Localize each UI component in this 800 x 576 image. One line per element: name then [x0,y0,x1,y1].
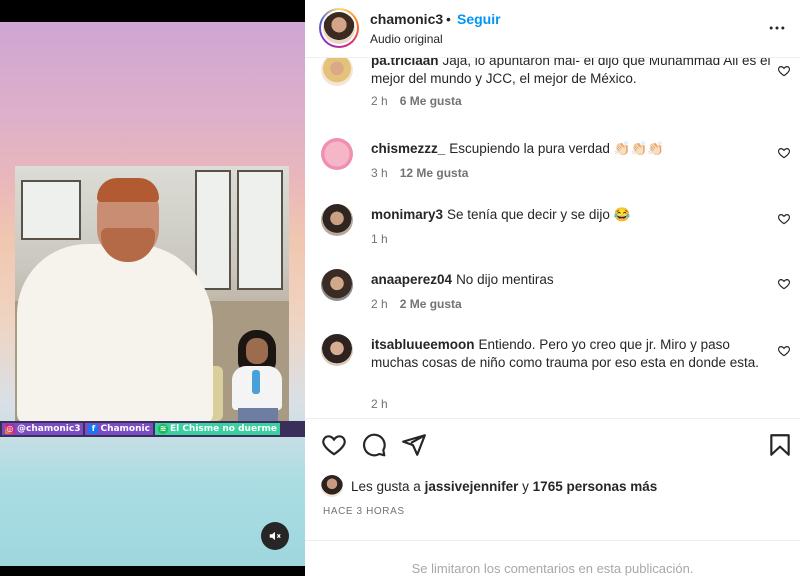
person-hair [97,178,159,202]
divider [305,418,800,419]
likes-prefix: Les gusta a [351,478,421,494]
comment-meta: 3 h 12 Me gusta [371,166,468,180]
likes-count[interactable]: 1765 personas más [533,479,658,494]
social-handles-strip: ◎ @chamonic3 f Chamonic ≋ El Chisme no d… [0,421,305,437]
commenter-avatar[interactable] [321,58,353,86]
video-bottom-bar [0,566,305,576]
window [195,170,231,290]
bookmark-icon[interactable] [767,432,793,458]
comment-time: 3 h [371,166,388,180]
comment-likes[interactable]: 6 Me gusta [400,94,462,108]
author-avatar[interactable] [319,8,359,48]
spotify-handle: ≋ El Chisme no duerme [154,423,280,435]
video-top-bar [0,0,305,22]
comment-time: 1 h [371,232,388,246]
comments-list[interactable]: pa.triciaan Jaja, lo apuntaron mal- el di… [305,58,800,418]
heart-icon[interactable] [321,432,347,458]
commenter-avatar[interactable] [321,334,353,366]
comment-text: Se tenía que decir y se dijo 😂 [447,207,631,222]
heart-icon[interactable] [777,64,791,78]
speaker-muted-icon [269,531,281,541]
likes-summary[interactable]: Les gusta a jassivejennifer y 1765 perso… [321,474,657,498]
comment-text: Escupiendo la pura verdad 👏🏻👏🏻👏🏻 [449,141,665,156]
heart-icon[interactable] [777,277,791,291]
post-panel: chamonic3 • Seguir Audio original pa.tri… [305,0,800,576]
comment-time: 2 h [371,397,388,411]
window [237,170,283,290]
instagram-icon: ◎ [5,424,15,434]
window [21,180,81,240]
comments-limited-notice: Se limitaron los comentarios en esta pub… [305,540,800,576]
send-icon[interactable] [401,432,427,458]
facebook-icon: f [88,424,99,434]
spotify-icon: ≋ [157,424,168,434]
presenter-overlay [226,330,288,422]
person-jacket [17,244,213,421]
comment-time: 2 h [371,297,388,311]
facebook-handle: f Chamonic [85,423,153,435]
comment-username[interactable]: anaaperez04 [371,272,452,287]
heart-icon[interactable] [777,344,791,358]
comment-username[interactable]: itsabluueemoon [371,337,475,352]
commenter-avatar[interactable] [321,269,353,301]
instagram-handle: ◎ @chamonic3 [2,423,84,435]
likes-conj: y [522,478,529,494]
post-header: chamonic3 • Seguir Audio original [305,0,800,58]
comment-text: No dijo mentiras [456,272,554,287]
mute-button[interactable] [261,522,289,550]
post-actions [305,420,800,470]
author-username[interactable]: chamonic3 [370,11,443,27]
audio-link[interactable]: Audio original [370,32,443,46]
comment-meta: 2 h 2 Me gusta [371,297,462,311]
heart-icon[interactable] [777,212,791,226]
liker-username[interactable]: jassivejennifer [425,479,519,494]
comment-icon[interactable] [361,432,387,458]
comment-username[interactable]: pa.triciaan [371,58,439,68]
comment-meta: 2 h [371,397,388,411]
comment-time: 2 h [371,94,388,108]
comment-meta: 2 h 6 Me gusta [371,94,462,108]
video-player[interactable]: ◎ @chamonic3 f Chamonic ≋ El Chisme no d… [0,0,305,576]
more-horizontal-icon[interactable] [767,18,787,38]
liker-avatar[interactable] [321,475,343,497]
heart-icon[interactable] [777,146,791,160]
comment-username[interactable]: chismezzz_ [371,141,445,156]
post-time[interactable]: HACE 3 HORAS [323,506,405,517]
comment-likes[interactable]: 2 Me gusta [400,297,462,311]
commenter-avatar[interactable] [321,204,353,236]
comment-likes[interactable]: 12 Me gusta [400,166,469,180]
comment-meta: 1 h [371,232,388,246]
separator-dot: • [446,11,451,27]
comment-username[interactable]: monimary3 [371,207,443,222]
commenter-avatar[interactable] [321,138,353,170]
follow-button[interactable]: Seguir [457,11,501,27]
